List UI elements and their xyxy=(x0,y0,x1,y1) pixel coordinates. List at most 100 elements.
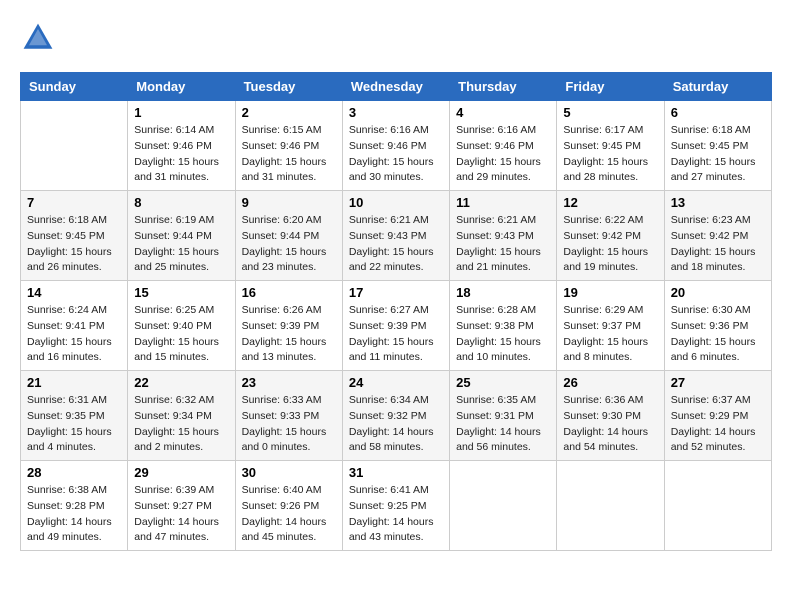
day-number: 20 xyxy=(671,285,765,300)
day-number: 9 xyxy=(242,195,336,210)
page-header xyxy=(20,20,772,56)
day-number: 22 xyxy=(134,375,228,390)
day-number: 7 xyxy=(27,195,121,210)
day-cell xyxy=(664,461,771,551)
day-cell xyxy=(450,461,557,551)
day-info: Sunrise: 6:30 AM Sunset: 9:36 PM Dayligh… xyxy=(671,303,765,366)
day-number: 18 xyxy=(456,285,550,300)
day-info: Sunrise: 6:36 AM Sunset: 9:30 PM Dayligh… xyxy=(563,393,657,456)
day-number: 4 xyxy=(456,105,550,120)
day-info: Sunrise: 6:27 AM Sunset: 9:39 PM Dayligh… xyxy=(349,303,443,366)
day-info: Sunrise: 6:22 AM Sunset: 9:42 PM Dayligh… xyxy=(563,213,657,276)
day-info: Sunrise: 6:33 AM Sunset: 9:33 PM Dayligh… xyxy=(242,393,336,456)
day-info: Sunrise: 6:41 AM Sunset: 9:25 PM Dayligh… xyxy=(349,483,443,546)
day-cell: 12 Sunrise: 6:22 AM Sunset: 9:42 PM Dayli… xyxy=(557,191,664,281)
week-row-4: 21Sunrise: 6:31 AM Sunset: 9:35 PM Dayli… xyxy=(21,371,772,461)
day-cell: 3Sunrise: 6:16 AM Sunset: 9:46 PM Daylig… xyxy=(342,101,449,191)
day-cell: 27Sunrise: 6:37 AM Sunset: 9:29 PM Dayli… xyxy=(664,371,771,461)
day-number: 26 xyxy=(563,375,657,390)
day-cell: 1 Sunrise: 6:14 AM Sunset: 9:46 PM Daylig… xyxy=(128,101,235,191)
calendar-table: SundayMondayTuesdayWednesdayThursdayFrid… xyxy=(20,72,772,551)
header-cell-saturday: Saturday xyxy=(664,73,771,101)
day-cell: 25 Sunrise: 6:35 AM Sunset: 9:31 PM Dayli… xyxy=(450,371,557,461)
day-number: 23 xyxy=(242,375,336,390)
day-number: 6 xyxy=(671,105,765,120)
day-number: 16 xyxy=(242,285,336,300)
day-info: Sunrise: 6:24 AM Sunset: 9:41 PM Dayligh… xyxy=(27,303,121,366)
day-info: Sunrise: 6:23 AM Sunset: 9:42 PM Dayligh… xyxy=(671,213,765,276)
day-number: 5 xyxy=(563,105,657,120)
logo xyxy=(20,20,62,56)
header-row: SundayMondayTuesdayWednesdayThursdayFrid… xyxy=(21,73,772,101)
day-cell: 24 Sunrise: 6:34 AM Sunset: 9:32 PM Dayli… xyxy=(342,371,449,461)
day-number: 31 xyxy=(349,465,443,480)
header-cell-friday: Friday xyxy=(557,73,664,101)
day-cell: 2Sunrise: 6:15 AM Sunset: 9:46 PM Daylig… xyxy=(235,101,342,191)
day-number: 14 xyxy=(27,285,121,300)
day-number: 30 xyxy=(242,465,336,480)
day-cell: 7 Sunrise: 6:18 AM Sunset: 9:45 PM Daylig… xyxy=(21,191,128,281)
day-info: Sunrise: 6:29 AM Sunset: 9:37 PM Dayligh… xyxy=(563,303,657,366)
day-info: Sunrise: 6:18 AM Sunset: 9:45 PM Dayligh… xyxy=(27,213,121,276)
week-row-3: 14 Sunrise: 6:24 AM Sunset: 9:41 PM Dayli… xyxy=(21,281,772,371)
day-info: Sunrise: 6:34 AM Sunset: 9:32 PM Dayligh… xyxy=(349,393,443,456)
day-info: Sunrise: 6:14 AM Sunset: 9:46 PM Dayligh… xyxy=(134,123,228,186)
day-cell: 31 Sunrise: 6:41 AM Sunset: 9:25 PM Dayli… xyxy=(342,461,449,551)
day-info: Sunrise: 6:25 AM Sunset: 9:40 PM Dayligh… xyxy=(134,303,228,366)
day-cell: 13 Sunrise: 6:23 AM Sunset: 9:42 PM Dayli… xyxy=(664,191,771,281)
header-cell-sunday: Sunday xyxy=(21,73,128,101)
day-number: 24 xyxy=(349,375,443,390)
day-number: 11 xyxy=(456,195,550,210)
day-cell: 6Sunrise: 6:18 AM Sunset: 9:45 PM Daylig… xyxy=(664,101,771,191)
day-cell: 16Sunrise: 6:26 AM Sunset: 9:39 PM Dayli… xyxy=(235,281,342,371)
day-cell: 15 Sunrise: 6:25 AM Sunset: 9:40 PM Dayli… xyxy=(128,281,235,371)
day-info: Sunrise: 6:28 AM Sunset: 9:38 PM Dayligh… xyxy=(456,303,550,366)
day-cell: 17 Sunrise: 6:27 AM Sunset: 9:39 PM Dayli… xyxy=(342,281,449,371)
day-info: Sunrise: 6:39 AM Sunset: 9:27 PM Dayligh… xyxy=(134,483,228,546)
day-info: Sunrise: 6:38 AM Sunset: 9:28 PM Dayligh… xyxy=(27,483,121,546)
day-info: Sunrise: 6:35 AM Sunset: 9:31 PM Dayligh… xyxy=(456,393,550,456)
header-cell-thursday: Thursday xyxy=(450,73,557,101)
header-cell-wednesday: Wednesday xyxy=(342,73,449,101)
day-cell: 20 Sunrise: 6:30 AM Sunset: 9:36 PM Dayli… xyxy=(664,281,771,371)
header-cell-tuesday: Tuesday xyxy=(235,73,342,101)
day-cell: 14 Sunrise: 6:24 AM Sunset: 9:41 PM Dayli… xyxy=(21,281,128,371)
day-cell: 11 Sunrise: 6:21 AM Sunset: 9:43 PM Dayli… xyxy=(450,191,557,281)
day-info: Sunrise: 6:19 AM Sunset: 9:44 PM Dayligh… xyxy=(134,213,228,276)
day-info: Sunrise: 6:21 AM Sunset: 9:43 PM Dayligh… xyxy=(456,213,550,276)
day-number: 3 xyxy=(349,105,443,120)
day-number: 19 xyxy=(563,285,657,300)
day-cell: 5Sunrise: 6:17 AM Sunset: 9:45 PM Daylig… xyxy=(557,101,664,191)
day-cell xyxy=(557,461,664,551)
day-info: Sunrise: 6:21 AM Sunset: 9:43 PM Dayligh… xyxy=(349,213,443,276)
day-cell: 18 Sunrise: 6:28 AM Sunset: 9:38 PM Dayli… xyxy=(450,281,557,371)
day-number: 10 xyxy=(349,195,443,210)
day-cell: 8 Sunrise: 6:19 AM Sunset: 9:44 PM Daylig… xyxy=(128,191,235,281)
day-info: Sunrise: 6:31 AM Sunset: 9:35 PM Dayligh… xyxy=(27,393,121,456)
calendar-body: 1 Sunrise: 6:14 AM Sunset: 9:46 PM Daylig… xyxy=(21,101,772,551)
header-cell-monday: Monday xyxy=(128,73,235,101)
day-cell: 23 Sunrise: 6:33 AM Sunset: 9:33 PM Dayli… xyxy=(235,371,342,461)
day-number: 28 xyxy=(27,465,121,480)
day-cell: 4Sunrise: 6:16 AM Sunset: 9:46 PM Daylig… xyxy=(450,101,557,191)
day-number: 13 xyxy=(671,195,765,210)
day-info: Sunrise: 6:37 AM Sunset: 9:29 PM Dayligh… xyxy=(671,393,765,456)
week-row-1: 1 Sunrise: 6:14 AM Sunset: 9:46 PM Daylig… xyxy=(21,101,772,191)
day-cell: 29 Sunrise: 6:39 AM Sunset: 9:27 PM Dayli… xyxy=(128,461,235,551)
day-cell: 10 Sunrise: 6:21 AM Sunset: 9:43 PM Dayli… xyxy=(342,191,449,281)
day-number: 15 xyxy=(134,285,228,300)
day-number: 12 xyxy=(563,195,657,210)
day-cell: 30Sunrise: 6:40 AM Sunset: 9:26 PM Dayli… xyxy=(235,461,342,551)
week-row-2: 7 Sunrise: 6:18 AM Sunset: 9:45 PM Daylig… xyxy=(21,191,772,281)
week-row-5: 28 Sunrise: 6:38 AM Sunset: 9:28 PM Dayli… xyxy=(21,461,772,551)
day-number: 29 xyxy=(134,465,228,480)
day-number: 17 xyxy=(349,285,443,300)
day-number: 8 xyxy=(134,195,228,210)
day-number: 25 xyxy=(456,375,550,390)
day-number: 1 xyxy=(134,105,228,120)
day-cell: 19 Sunrise: 6:29 AM Sunset: 9:37 PM Dayli… xyxy=(557,281,664,371)
logo-icon xyxy=(20,20,56,56)
day-cell: 26 Sunrise: 6:36 AM Sunset: 9:30 PM Dayli… xyxy=(557,371,664,461)
day-info: Sunrise: 6:20 AM Sunset: 9:44 PM Dayligh… xyxy=(242,213,336,276)
day-info: Sunrise: 6:15 AM Sunset: 9:46 PM Dayligh… xyxy=(242,123,336,186)
